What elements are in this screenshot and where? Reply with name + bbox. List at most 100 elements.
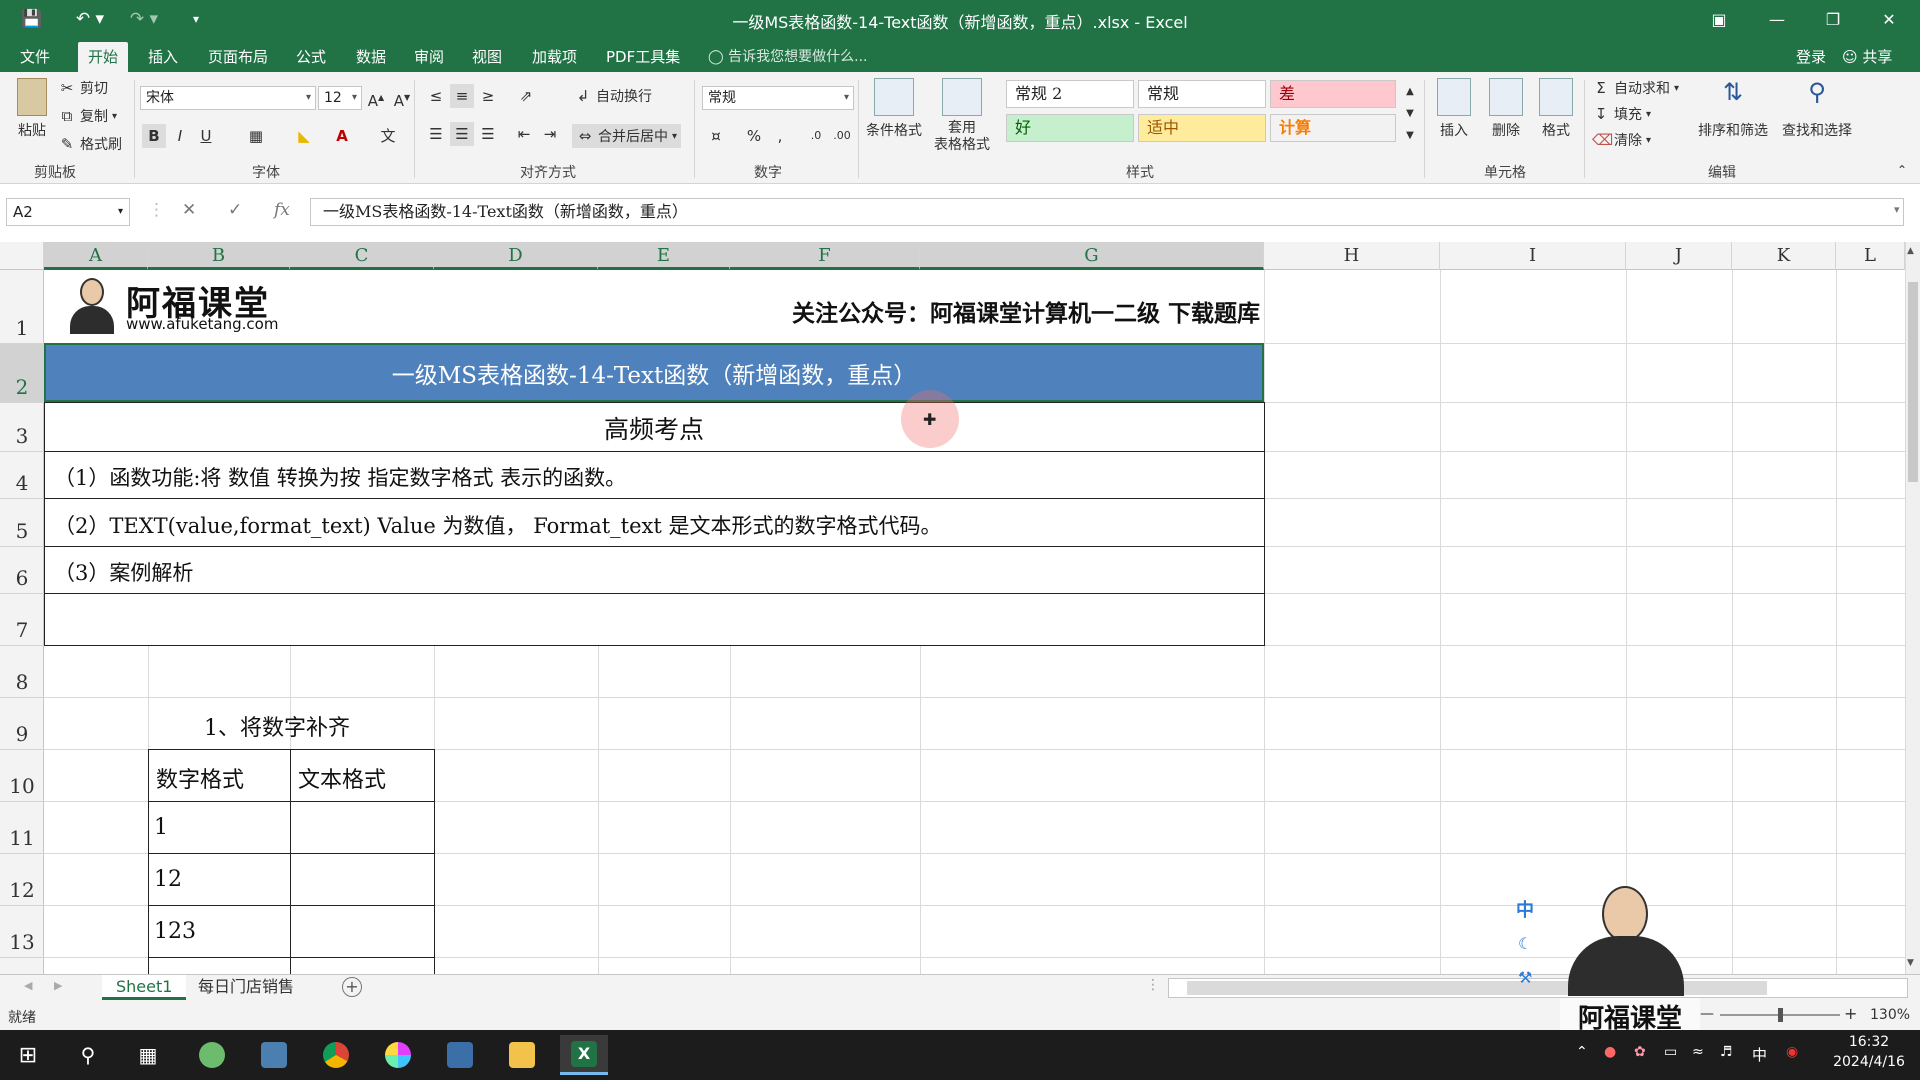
task-view-icon[interactable]: ▦: [124, 1035, 172, 1075]
increase-font-icon[interactable]: A▲: [364, 86, 388, 110]
column-header-e[interactable]: E: [598, 242, 730, 270]
column-header-a[interactable]: A: [44, 242, 148, 270]
scroll-up-icon[interactable]: ▲: [1907, 246, 1914, 256]
search-icon[interactable]: ⚲: [64, 1035, 112, 1075]
row-header-6[interactable]: 6: [0, 547, 44, 594]
style-bad[interactable]: 差: [1270, 80, 1396, 108]
clock-date[interactable]: 2024/4/16: [1826, 1054, 1912, 1070]
sheet-tab-daily-sales[interactable]: 每日门店销售: [184, 975, 308, 1000]
close-icon[interactable]: ✕: [1866, 0, 1912, 38]
row-header-8[interactable]: 8: [0, 646, 44, 698]
copy-button[interactable]: ⧉ 复制 ▾: [58, 106, 117, 126]
tab-formulas[interactable]: 公式: [286, 42, 336, 72]
format-painter-button[interactable]: ✎ 格式刷: [58, 134, 122, 154]
number-format-select[interactable]: 常规 ▾: [702, 86, 854, 110]
table-cell[interactable]: [148, 957, 291, 974]
font-name-select[interactable]: 宋体 ▾: [140, 86, 316, 110]
fill-color-icon[interactable]: ◣: [292, 124, 316, 148]
zoom-out-icon[interactable]: —: [1700, 1006, 1714, 1022]
paste-button[interactable]: 粘贴: [12, 78, 52, 140]
tab-view[interactable]: 视图: [462, 42, 512, 72]
font-color-icon[interactable]: A: [330, 124, 354, 148]
underline-button[interactable]: U: [194, 124, 218, 148]
vertical-scrollbar[interactable]: ▲ ▼: [1905, 242, 1920, 974]
formula-input[interactable]: 一级MS表格函数-14-Text函数（新增函数，重点）: [310, 198, 1904, 226]
find-select-button[interactable]: ⚲ 查找和选择: [1774, 76, 1860, 160]
tab-insert[interactable]: 插入: [138, 42, 188, 72]
column-header-j[interactable]: J: [1626, 242, 1732, 270]
align-right-icon[interactable]: ☰: [476, 122, 500, 146]
app-icon[interactable]: [436, 1035, 484, 1075]
merge-center-button[interactable]: ⇔ 合并后居中 ▾: [572, 124, 682, 148]
app-icon[interactable]: [250, 1035, 298, 1075]
cancel-icon[interactable]: ✕: [182, 200, 196, 220]
phonetic-icon[interactable]: 文: [376, 124, 400, 148]
tab-file[interactable]: 文件: [10, 42, 60, 72]
decrease-font-icon[interactable]: A▼: [390, 86, 414, 110]
share-button[interactable]: ☺ 共享: [1842, 42, 1892, 72]
worksheet-grid[interactable]: 阿福课堂 www.afuketang.com 关注公众号：阿福课堂计算机一二级 …: [44, 270, 1905, 974]
row-header-7[interactable]: 7: [0, 594, 44, 646]
column-header-l[interactable]: L: [1836, 242, 1905, 270]
percent-icon[interactable]: %: [742, 124, 766, 148]
table-cell[interactable]: [290, 853, 435, 906]
wrap-text-button[interactable]: ↲ 自动换行: [574, 86, 652, 106]
split-handle-icon[interactable]: ⋮: [1146, 977, 1160, 993]
point3-cell[interactable]: [44, 546, 1265, 594]
decrease-indent-icon[interactable]: ⇤: [512, 122, 536, 146]
increase-indent-icon[interactable]: ⇥: [538, 122, 562, 146]
ime-indicator[interactable]: 中: [1516, 896, 1536, 922]
align-left-icon[interactable]: ☰: [424, 122, 448, 146]
bold-button[interactable]: B: [142, 124, 166, 148]
style-good[interactable]: 好: [1006, 114, 1134, 142]
row-header-10[interactable]: 10: [0, 750, 44, 802]
orientation-icon[interactable]: ⇗: [514, 84, 538, 108]
taskbar-ime[interactable]: 中: [1752, 1044, 1767, 1065]
excel-taskbar-icon[interactable]: X: [560, 1035, 608, 1075]
ribbon-display-icon[interactable]: ▣: [1696, 0, 1742, 38]
increase-decimal-icon[interactable]: .0: [804, 124, 828, 148]
file-explorer-icon[interactable]: [498, 1035, 546, 1075]
login-link[interactable]: 登录: [1796, 42, 1826, 72]
chrome-icon[interactable]: [312, 1035, 360, 1075]
insert-cells-button[interactable]: 插入: [1424, 76, 1484, 160]
tray-app-icon[interactable]: ✿: [1634, 1044, 1646, 1060]
font-size-select[interactable]: 12 ▾: [318, 86, 362, 110]
styles-scroll-up-icon[interactable]: ▲: [1398, 80, 1422, 104]
row-header-9[interactable]: 9: [0, 698, 44, 750]
scroll-thumb[interactable]: [1908, 282, 1918, 482]
style-neutral[interactable]: 适中: [1138, 114, 1266, 142]
row-header-11[interactable]: 11: [0, 802, 44, 854]
row-header-1[interactable]: 1: [0, 270, 44, 344]
table-format-button[interactable]: 套用 表格格式: [930, 76, 994, 160]
row-header-3[interactable]: 3: [0, 403, 44, 452]
tray-app-icon[interactable]: ◉: [1786, 1044, 1798, 1060]
table-cell[interactable]: [148, 801, 291, 854]
cut-button[interactable]: ✂ 剪切: [58, 78, 108, 98]
styles-more-icon[interactable]: ▼: [1398, 124, 1422, 148]
border-icon[interactable]: ▦: [244, 124, 268, 148]
format-cells-button[interactable]: 格式: [1526, 76, 1586, 160]
name-box[interactable]: A2 ▾: [6, 198, 130, 226]
add-sheet-icon[interactable]: +: [342, 977, 362, 997]
table-cell[interactable]: [290, 905, 435, 958]
network-icon[interactable]: ≈: [1692, 1044, 1704, 1060]
select-all-corner[interactable]: [0, 242, 44, 270]
row-header-4[interactable]: 4: [0, 452, 44, 499]
next-sheet-icon[interactable]: ▶: [54, 979, 62, 992]
row-header-12[interactable]: 12: [0, 854, 44, 906]
empty-row-7-cell[interactable]: [44, 593, 1265, 646]
column-header-h[interactable]: H: [1264, 242, 1440, 270]
tab-home[interactable]: 开始: [78, 42, 129, 72]
tab-pdf-tools[interactable]: PDF工具集: [596, 42, 690, 72]
tab-review[interactable]: 审阅: [404, 42, 454, 72]
tray-app-icon[interactable]: ●: [1604, 1044, 1616, 1060]
battery-icon[interactable]: ▭: [1664, 1044, 1677, 1060]
scroll-down-icon[interactable]: ▼: [1907, 958, 1914, 968]
zoom-slider-thumb[interactable]: [1778, 1008, 1783, 1022]
collapse-ribbon-icon[interactable]: ⌃: [1890, 158, 1914, 182]
table-cell[interactable]: [290, 801, 435, 854]
column-header-b[interactable]: B: [148, 242, 290, 270]
column-header-c[interactable]: C: [290, 242, 434, 270]
app-icon[interactable]: [188, 1035, 236, 1075]
